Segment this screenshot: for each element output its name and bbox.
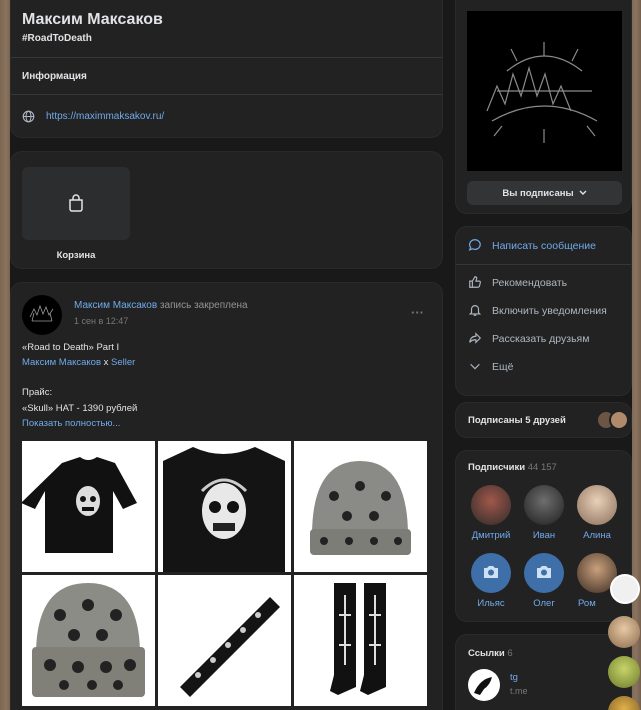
cart-label: Корзина [56, 250, 96, 261]
cart-tile[interactable] [22, 167, 130, 240]
friend-avatar [609, 410, 629, 430]
action-more-label: Ещё [492, 361, 514, 373]
links-count: 6 [507, 648, 513, 659]
post-action: запись закреплена [159, 300, 248, 311]
post-line1: «Road to Death» Part I [22, 342, 120, 353]
subscriber-avatar [577, 485, 617, 525]
product-socks[interactable] [294, 575, 427, 706]
product-beanie-2[interactable] [22, 575, 155, 706]
divider [456, 264, 631, 265]
product-sweatshirt-1[interactable] [22, 441, 155, 572]
post-mention-seller[interactable]: Seller [111, 357, 135, 368]
subscriber-avatar [471, 485, 511, 525]
action-recommend-label: Рекомендовать [492, 277, 568, 289]
post-author-avatar[interactable] [22, 295, 62, 335]
subscriber-avatar [524, 553, 564, 593]
product-sweatshirt-2[interactable] [158, 441, 291, 572]
action-recommend[interactable]: Рекомендовать [456, 269, 631, 297]
action-share-label: Рассказать друзьям [492, 333, 590, 345]
info-label[interactable]: Информация [22, 71, 87, 82]
link-title: tg [510, 672, 518, 683]
chevron-down-icon [579, 188, 587, 199]
post-price-item: «Skull» HAT - 1390 рублей [22, 403, 138, 414]
cover-card: Вы подписаны [455, 0, 632, 214]
link-item[interactable]: tg t.me [468, 669, 618, 703]
link-url: t.me [510, 686, 528, 696]
like-icon [468, 275, 482, 292]
action-message-label: Написать сообщение [492, 240, 596, 252]
product-scarf[interactable] [158, 575, 291, 706]
action-notifications-label: Включить уведомления [492, 305, 607, 317]
friends-card[interactable]: Подписаны 5 друзей [455, 402, 632, 438]
product-beanie-1[interactable] [294, 441, 427, 572]
link-avatar [468, 669, 500, 701]
divider [11, 94, 442, 95]
globe-icon [22, 110, 35, 123]
post-mention-x: x [103, 357, 109, 368]
chevron-down-icon [468, 359, 482, 376]
share-icon [468, 331, 482, 348]
post-mention-author[interactable]: Максим Максаков [22, 357, 101, 368]
links-label[interactable]: Ссылки [468, 648, 505, 659]
subscriber-avatar [471, 553, 511, 593]
subscriber-item[interactable]: Олег [521, 553, 567, 609]
subscriber-name: Иван [532, 530, 556, 541]
post-card: Максим Максаков запись закреплена 1 сен … [10, 282, 443, 710]
subscriber-name: Олег [533, 598, 555, 609]
subscriber-item[interactable]: Дмитрий [468, 485, 514, 541]
floating-chat-avatar[interactable] [608, 656, 640, 688]
subscriber-avatar [524, 485, 564, 525]
subscribers-label[interactable]: Подписчики [468, 462, 525, 473]
subscriber-name: Ром [578, 598, 596, 609]
subscriber-name: Алина [583, 530, 611, 541]
subscribers-count: 44 157 [527, 462, 557, 473]
post-author-name[interactable]: Максим Максаков [74, 300, 157, 311]
post-date[interactable]: 1 сен в 12:47 [74, 316, 128, 326]
subscriber-item[interactable]: Ильяс [468, 553, 514, 609]
message-icon [468, 238, 482, 255]
profile-name: Максим Максаков [22, 11, 163, 28]
post-show-more[interactable]: Показать полностью... [22, 418, 120, 429]
action-more[interactable]: Ещё [456, 353, 631, 381]
camera-icon [535, 564, 553, 582]
subscriber-item[interactable]: Иван [521, 485, 567, 541]
action-notifications[interactable]: Включить уведомления [456, 297, 631, 325]
floating-chat-avatar[interactable] [608, 616, 640, 648]
floating-chat-avatar[interactable] [610, 574, 640, 604]
bag-icon [66, 193, 86, 216]
post-price-title: Прайс: [22, 387, 53, 398]
friends-label: Подписаны 5 друзей [468, 415, 566, 426]
vk-page: Максим Максаков #RoadToDeath Информация … [10, 0, 632, 710]
subscribers-card: Подписчики 44 157 Дмитрий Иван Алина Иль… [455, 450, 632, 622]
community-cover [467, 11, 622, 171]
action-share[interactable]: Рассказать друзьям [456, 325, 631, 353]
subscriber-name: Дмитрий [471, 530, 511, 541]
links-card: Ссылки 6 tg t.me [455, 634, 632, 710]
subscribed-button-label: Вы подписаны [502, 187, 574, 199]
action-message[interactable]: Написать сообщение [456, 232, 631, 260]
profile-card: Максим Максаков #RoadToDeath Информация … [10, 0, 443, 138]
subscriber-name: Ильяс [477, 598, 505, 609]
camera-icon [482, 564, 500, 582]
post-more-button[interactable]: ··· [411, 305, 424, 320]
bell-icon [468, 303, 482, 320]
subscribed-button[interactable]: Вы подписаны [467, 181, 622, 205]
actions-card: Написать сообщение Рекомендовать Включит… [455, 226, 632, 396]
divider [11, 57, 442, 58]
shop-card: Корзина [10, 151, 443, 269]
profile-status: #RoadToDeath [22, 33, 92, 44]
website-link[interactable]: https://maximmaksakov.ru/ [46, 111, 164, 122]
subscriber-item[interactable]: Алина [574, 485, 620, 541]
